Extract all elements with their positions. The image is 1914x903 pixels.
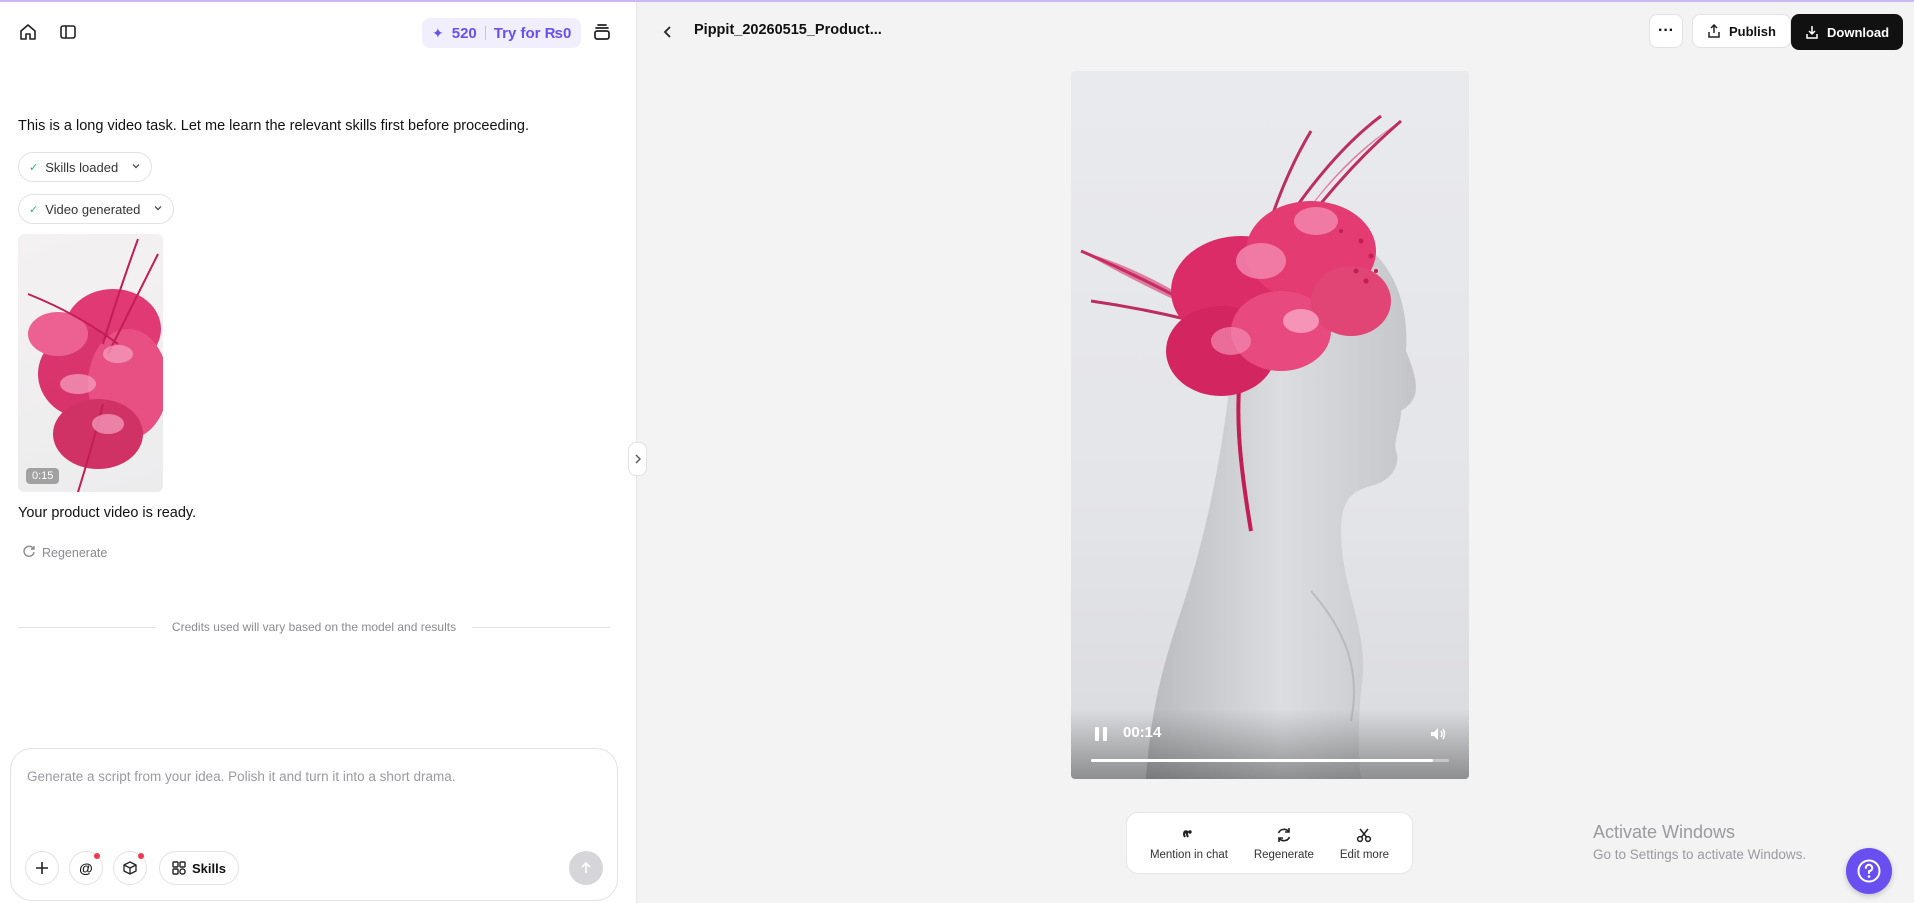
video-player[interactable]: 00:14 — [1071, 71, 1469, 779]
sidebar-toggle-icon[interactable] — [54, 18, 82, 46]
action-label: Edit more — [1339, 848, 1390, 861]
skills-loaded-chip[interactable]: ✓ Skills loaded — [18, 152, 153, 182]
file-title: Pippit_20260515_Product... — [694, 22, 882, 38]
download-icon — [1806, 26, 1818, 39]
share-icon — [1708, 24, 1720, 38]
skills-button[interactable]: Skills — [159, 851, 239, 885]
help-button[interactable] — [1846, 848, 1892, 894]
chip-label: Video generated — [45, 201, 141, 217]
controls-gradient — [1071, 709, 1469, 779]
arrow-up-icon — [581, 861, 591, 873]
chevron-down-icon — [131, 161, 141, 174]
ellipsis-icon: ··· — [1658, 22, 1674, 39]
video-duration-badge: 0:15 — [26, 468, 60, 484]
home-icon[interactable] — [14, 18, 42, 46]
notification-dot — [94, 853, 100, 859]
more-options-button[interactable]: ··· — [1649, 14, 1683, 48]
refresh-icon — [1276, 826, 1292, 844]
check-icon: ✓ — [29, 203, 39, 216]
chevron-down-icon — [153, 203, 163, 216]
credits-note: Credits used will vary based on the mode… — [18, 620, 610, 634]
scissors-icon — [1356, 826, 1372, 844]
cube-icon — [123, 861, 137, 875]
assistant-intro-message: This is a long video task. Let me learn … — [18, 118, 529, 134]
credits-note-text: Credits used will vary based on the mode… — [171, 620, 457, 634]
credits-pill[interactable]: ✦ 520 Try for ₨0 — [422, 18, 582, 48]
volume-button[interactable] — [1429, 725, 1447, 743]
mention-in-chat-button[interactable]: Mention in chat — [1150, 826, 1228, 861]
publish-button[interactable]: Publish — [1692, 14, 1791, 48]
assets-button[interactable] — [113, 851, 147, 885]
quote-icon — [1182, 826, 1196, 844]
refresh-icon — [22, 544, 36, 561]
fascinator-thumbnail-image — [27, 238, 163, 492]
regenerate-link[interactable]: Regenerate — [22, 544, 107, 561]
add-attachment-button[interactable] — [25, 851, 59, 885]
panel-collapse-handle[interactable] — [628, 442, 647, 476]
mannequin-fascinator-frame — [1080, 114, 1416, 779]
history-stack-icon[interactable] — [588, 18, 616, 46]
check-icon: ✓ — [29, 161, 39, 174]
divider — [472, 626, 610, 628]
chip-label: Skills loaded — [45, 159, 119, 175]
pause-icon — [1095, 727, 1099, 741]
plus-icon — [36, 862, 48, 874]
notification-dot — [138, 853, 144, 859]
progress-fill — [1091, 759, 1433, 762]
grid-icon — [172, 861, 186, 875]
chat-panel: ✦ 520 Try for ₨0 This is a long video ta… — [0, 2, 637, 903]
activate-subtitle: Go to Settings to activate Windows. — [1593, 847, 1807, 862]
download-label: Download — [1827, 24, 1890, 40]
regenerate-label: Regenerate — [42, 545, 108, 560]
divider — [18, 626, 156, 628]
credits-amount: 520 — [451, 24, 477, 42]
activate-title: Activate Windows — [1593, 822, 1736, 842]
video-action-bar: Mention in chat Regenerate Edit more — [1126, 812, 1413, 874]
video-generated-chip[interactable]: ✓ Video generated — [18, 194, 175, 224]
at-sign-icon: @ — [79, 860, 93, 876]
publish-label: Publish — [1729, 23, 1776, 39]
windows-activation-watermark: Activate Windows Go to Settings to activ… — [1593, 822, 1806, 862]
question-icon — [1857, 859, 1881, 883]
back-button[interactable] — [656, 18, 680, 46]
message-composer: @ Skills — [10, 748, 618, 901]
speaker-icon — [1431, 728, 1446, 740]
edit-more-button[interactable]: Edit more — [1340, 826, 1389, 861]
prompt-input[interactable] — [27, 769, 587, 829]
send-button[interactable] — [569, 851, 603, 885]
download-button[interactable]: Download — [1791, 14, 1904, 50]
regenerate-video-button[interactable]: Regenerate — [1254, 826, 1314, 861]
progress-bar[interactable] — [1091, 759, 1449, 762]
action-label: Mention in chat — [1149, 848, 1228, 861]
sparkle-icon: ✦ — [432, 24, 444, 41]
generated-video-thumbnail[interactable]: 0:15 — [18, 234, 163, 492]
divider — [484, 26, 486, 40]
action-label: Regenerate — [1253, 848, 1314, 861]
pause-button[interactable] — [1093, 725, 1109, 743]
chevron-left-icon — [663, 26, 671, 38]
video-ready-message: Your product video is ready. — [18, 505, 197, 521]
chevron-right-icon — [635, 454, 641, 464]
pause-icon — [1103, 727, 1107, 741]
try-free-label[interactable]: Try for ₨0 — [494, 25, 572, 42]
skills-label: Skills — [192, 860, 226, 876]
playback-time: 00:14 — [1123, 724, 1162, 741]
mention-button[interactable]: @ — [69, 851, 103, 885]
